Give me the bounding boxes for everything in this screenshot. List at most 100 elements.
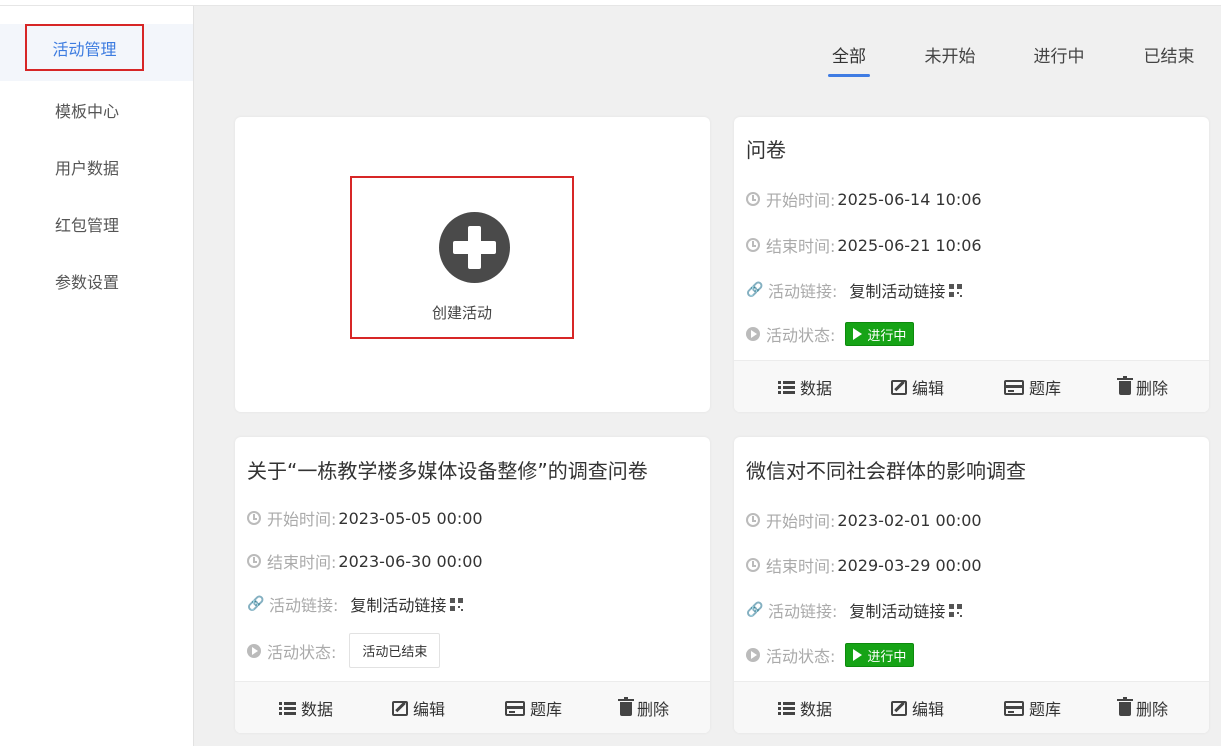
edit-label: 编辑 <box>413 700 446 719</box>
play-icon <box>853 328 863 340</box>
data-label: 数据 <box>800 700 833 719</box>
create-activity-button[interactable]: 创建活动 <box>350 176 574 339</box>
play-circle-icon <box>746 648 760 662</box>
delete-label: 删除 <box>1136 700 1169 719</box>
edit-label: 编辑 <box>912 379 945 398</box>
delete-button[interactable]: 删除 <box>618 682 670 734</box>
list-icon <box>279 701 296 715</box>
plus-icon <box>439 212 510 283</box>
question-bank-button[interactable]: 题库 <box>505 682 562 734</box>
link-icon: 🔗 <box>746 282 764 298</box>
edit-icon <box>891 379 907 395</box>
data-label: 数据 <box>301 700 334 719</box>
clock-icon <box>247 554 261 568</box>
question-bank-label: 题库 <box>530 700 563 719</box>
question-bank-label: 题库 <box>1029 700 1062 719</box>
end-time-label: 结束时间: <box>267 553 337 572</box>
status-text: 进行中 <box>867 649 907 665</box>
start-time-row: 开始时间: 2023-05-05 00:00 <box>247 506 483 530</box>
end-time-label: 结束时间: <box>766 557 836 576</box>
delete-button[interactable]: 删除 <box>1117 361 1169 413</box>
clock-icon <box>746 558 760 572</box>
sidebar-item-label: 红包管理 <box>55 215 120 235</box>
question-bank-button[interactable]: 题库 <box>1004 682 1061 734</box>
edit-button[interactable]: 编辑 <box>392 682 445 734</box>
link-row: 🔗 活动链接: 复制活动链接 <box>746 278 963 302</box>
list-icon <box>778 380 795 394</box>
question-bank-button[interactable]: 题库 <box>1004 361 1061 413</box>
data-button[interactable]: 数据 <box>279 682 333 734</box>
copy-link-button[interactable]: 复制活动链接 <box>849 598 945 622</box>
delete-button[interactable]: 删除 <box>1117 682 1169 734</box>
clock-icon <box>746 238 760 252</box>
end-time-row: 结束时间: 2029-03-29 00:00 <box>746 553 982 577</box>
end-time-value: 2023-06-30 00:00 <box>338 551 483 571</box>
trash-icon <box>618 697 634 716</box>
clock-icon <box>247 511 261 525</box>
sidebar-item-red-packet[interactable]: 红包管理 <box>0 195 193 252</box>
play-circle-icon <box>746 327 760 341</box>
copy-link-button[interactable]: 复制活动链接 <box>849 278 945 302</box>
status-badge: 活动已结束 <box>349 633 441 668</box>
start-time-label: 开始时间: <box>267 510 337 529</box>
status-row: 活动状态: 进行中 <box>746 322 915 346</box>
delete-label: 删除 <box>637 700 670 719</box>
status-badge: 进行中 <box>845 322 915 346</box>
link-row: 🔗 活动链接: 复制活动链接 <box>247 592 464 616</box>
qrcode-icon[interactable] <box>949 283 963 297</box>
status-text: 进行中 <box>867 328 907 344</box>
tab-all[interactable]: 全部 <box>826 42 872 78</box>
sidebar-item-template-center[interactable]: 模板中心 <box>0 81 193 138</box>
create-activity-card: 创建活动 <box>235 117 710 412</box>
status-label: 活动状态: <box>766 326 836 345</box>
activity-card: 微信对不同社会群体的影响调查 开始时间: 2023-02-01 00:00 结束… <box>734 437 1209 733</box>
tab-label: 全部 <box>832 47 866 67</box>
start-time-label: 开始时间: <box>766 191 836 210</box>
sidebar-item-label: 活动管理 <box>25 24 144 71</box>
tab-in-progress[interactable]: 进行中 <box>1029 42 1089 78</box>
copy-link-button[interactable]: 复制活动链接 <box>350 592 446 616</box>
end-time-row: 结束时间: 2025-06-21 10:06 <box>746 233 982 257</box>
end-time-value: 2029-03-29 00:00 <box>837 555 982 575</box>
clock-icon <box>746 192 760 206</box>
start-time-value: 2025-06-14 10:06 <box>837 189 982 209</box>
tab-ended[interactable]: 已结束 <box>1139 42 1199 78</box>
start-time-row: 开始时间: 2023-02-01 00:00 <box>746 508 982 532</box>
edit-label: 编辑 <box>912 700 945 719</box>
activity-title: 问卷 <box>746 138 786 162</box>
edit-icon <box>392 700 408 716</box>
qrcode-icon[interactable] <box>450 597 464 611</box>
trash-icon <box>1117 376 1133 395</box>
trash-icon <box>1117 697 1133 716</box>
activity-title: 关于“一栋教学楼多媒体设备整修”的调查问卷 <box>247 459 648 483</box>
sidebar-item-user-data[interactable]: 用户数据 <box>0 138 193 195</box>
card-icon <box>1004 700 1024 716</box>
status-row: 活动状态: 活动已结束 <box>247 633 441 668</box>
card-actions: 数据 编辑 题库 删除 <box>235 681 710 733</box>
edit-icon <box>891 700 907 716</box>
activity-card: 问卷 开始时间: 2025-06-14 10:06 结束时间: 2025-06-… <box>734 117 1209 412</box>
tab-label: 未开始 <box>924 47 976 67</box>
end-time-label: 结束时间: <box>766 237 836 256</box>
data-button[interactable]: 数据 <box>778 361 832 413</box>
edit-button[interactable]: 编辑 <box>891 361 944 413</box>
link-icon: 🔗 <box>746 602 764 618</box>
activity-title: 微信对不同社会群体的影响调查 <box>746 459 1026 483</box>
tab-label: 已结束 <box>1143 47 1195 67</box>
end-time-row: 结束时间: 2023-06-30 00:00 <box>247 549 483 573</box>
sidebar-item-label: 用户数据 <box>55 158 120 178</box>
tab-not-started[interactable]: 未开始 <box>920 42 980 78</box>
delete-label: 删除 <box>1136 379 1169 398</box>
start-time-row: 开始时间: 2025-06-14 10:06 <box>746 187 982 211</box>
sidebar-item-label: 模板中心 <box>55 101 120 121</box>
status-label: 活动状态: <box>766 647 836 666</box>
card-actions: 数据 编辑 题库 删除 <box>734 681 1209 733</box>
edit-button[interactable]: 编辑 <box>891 682 944 734</box>
data-button[interactable]: 数据 <box>778 682 832 734</box>
sidebar-item-activity-management[interactable]: 活动管理 <box>0 24 193 81</box>
sidebar-item-settings[interactable]: 参数设置 <box>0 252 193 309</box>
qrcode-icon[interactable] <box>949 603 963 617</box>
link-row: 🔗 活动链接: 复制活动链接 <box>746 598 963 622</box>
end-time-value: 2025-06-21 10:06 <box>837 235 982 255</box>
link-label: 活动链接: <box>768 282 838 301</box>
